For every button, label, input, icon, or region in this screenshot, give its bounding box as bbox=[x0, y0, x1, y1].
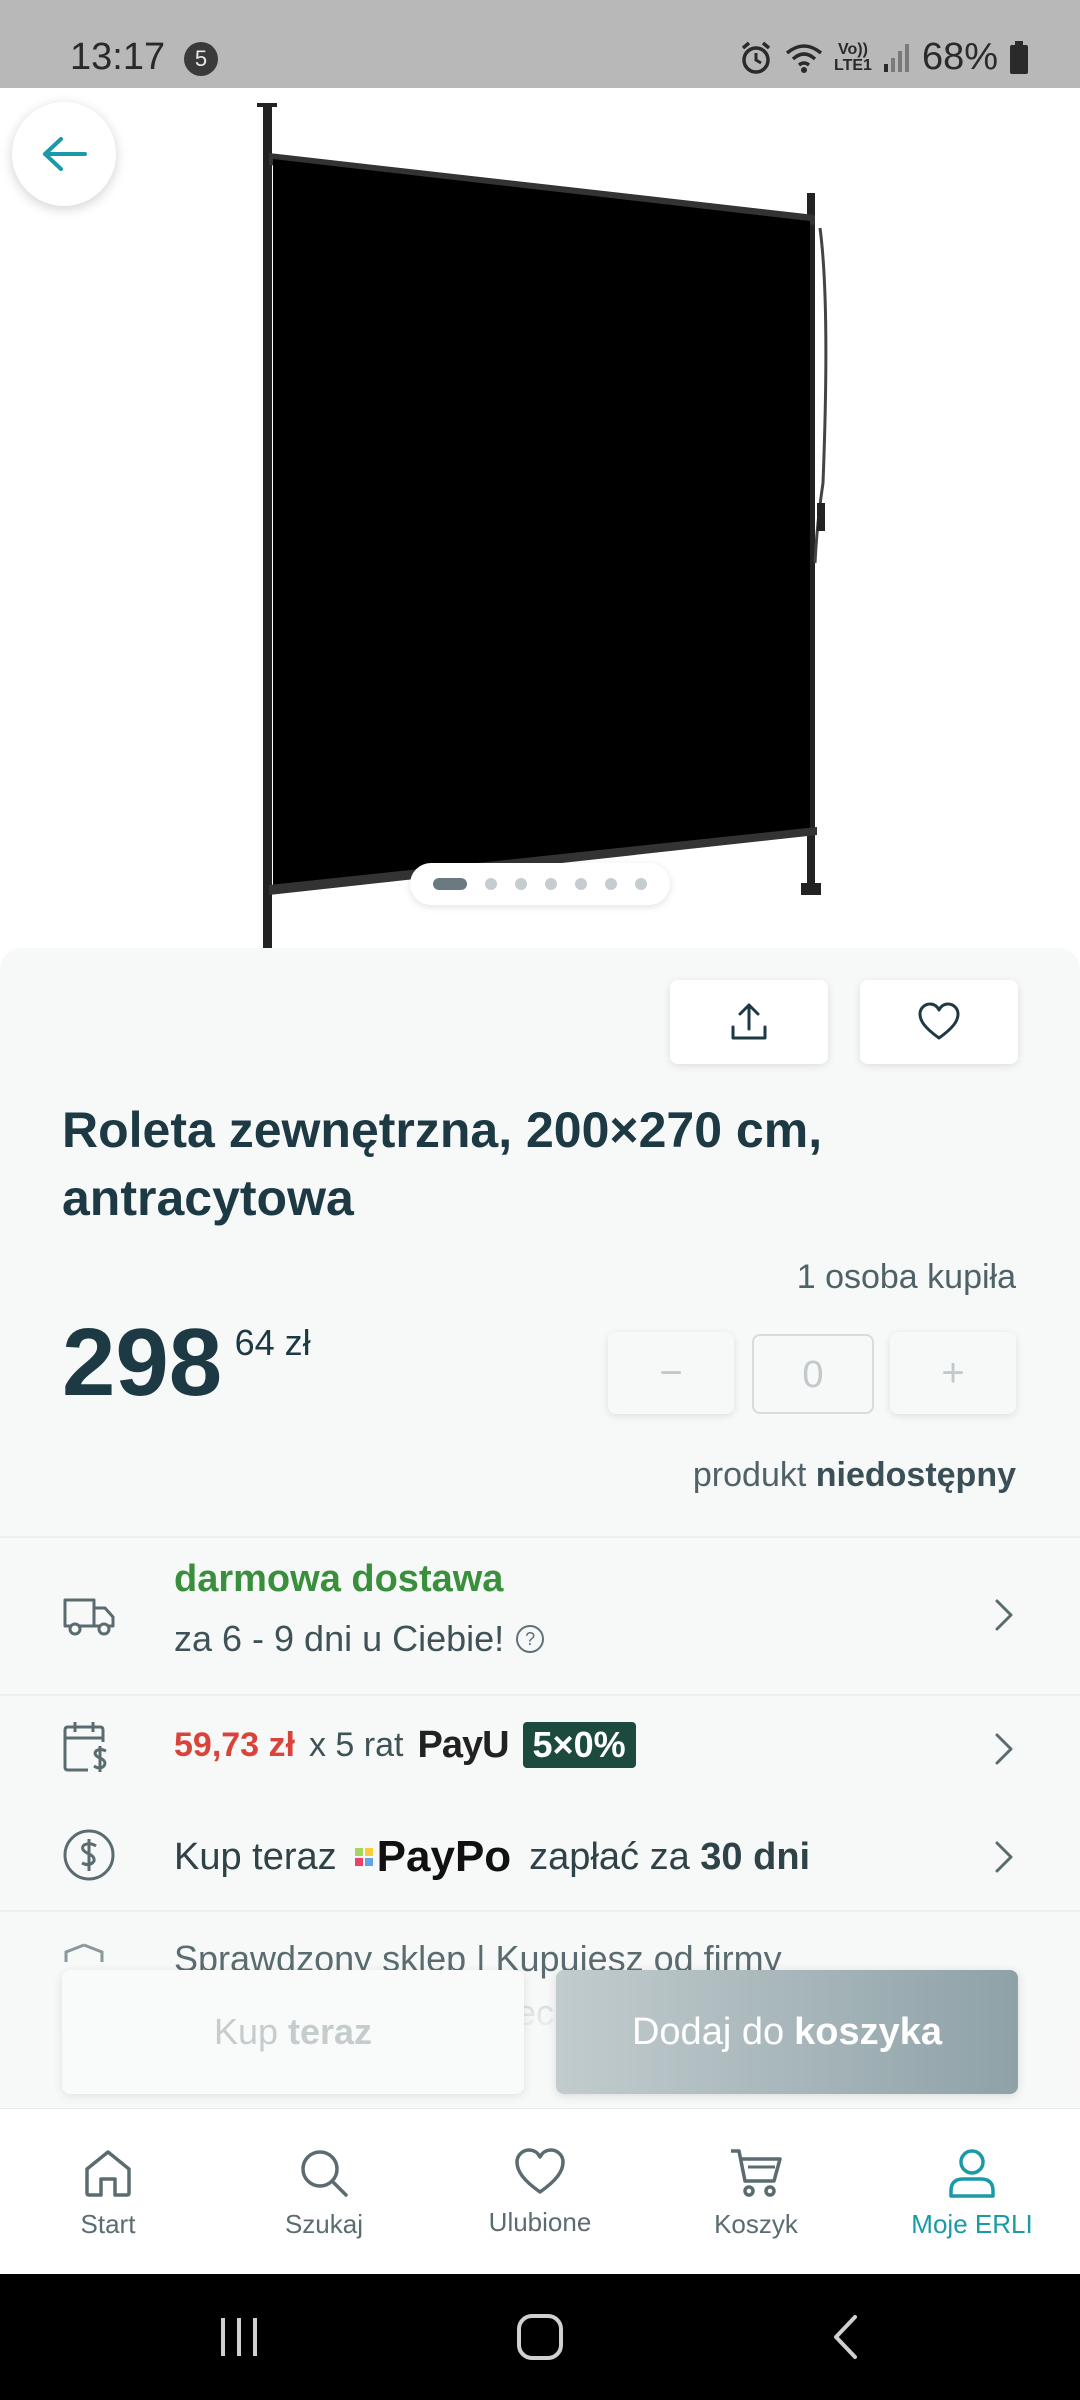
back-system-button[interactable] bbox=[785, 2274, 905, 2400]
share-button[interactable] bbox=[670, 980, 828, 1064]
status-bar: 13:17 5 Vo)) LTE1 68% bbox=[0, 0, 1080, 88]
product-details-card: Roleta zewnętrzna, 200×270 cm, antracyto… bbox=[0, 948, 1080, 2033]
alarm-icon bbox=[741, 41, 771, 74]
pagination-dot[interactable] bbox=[605, 878, 617, 890]
product-title: Roleta zewnętrzna, 200×270 cm, antracyto… bbox=[62, 1102, 823, 1226]
heart-icon bbox=[918, 1002, 960, 1040]
product-image bbox=[257, 103, 828, 948]
battery-icon bbox=[1010, 40, 1028, 74]
product-price: 298 64 zł bbox=[62, 1308, 311, 1418]
battery-percent: 68% bbox=[921, 36, 998, 78]
price-integer: 298 bbox=[62, 1309, 223, 1416]
chevron-right-icon bbox=[995, 1599, 1013, 1631]
bottom-navigation: Start Szukaj Ulubione Koszyk Moje ERLI bbox=[0, 2108, 1080, 2274]
back-chevron-icon bbox=[834, 2315, 857, 2359]
calendar-dollar-icon bbox=[63, 1722, 107, 1772]
price-decimal: 64 zł bbox=[234, 1322, 311, 1363]
favorite-button[interactable] bbox=[860, 980, 1018, 1064]
notification-count-badge: 5 bbox=[184, 42, 218, 76]
heart-icon bbox=[515, 2148, 565, 2194]
signal-icon bbox=[883, 43, 909, 72]
paypo-info: Kup teraz PayPo zapłać za 30 dni bbox=[174, 1832, 811, 1882]
delivery-truck-icon bbox=[63, 1598, 115, 1636]
status-icons: Vo)) LTE1 68% bbox=[738, 36, 1030, 79]
installment-badge: 5×0% bbox=[522, 1722, 636, 1768]
lte-indicator: Vo)) LTE1 bbox=[834, 40, 872, 74]
search-icon bbox=[301, 2150, 348, 2197]
buy-now-button[interactable]: Kup teraz bbox=[62, 1970, 524, 2094]
quantity-decrease-button[interactable]: − bbox=[608, 1332, 734, 1414]
pagination-dot[interactable] bbox=[485, 878, 497, 890]
availability-status: produkt niedostępny bbox=[692, 1456, 1016, 1494]
installment-count: x 5 rat bbox=[308, 1725, 404, 1764]
arrow-left-icon bbox=[43, 137, 87, 171]
cart-icon bbox=[731, 2149, 782, 2197]
add-to-cart-button[interactable]: Dodaj do koszyka bbox=[556, 1970, 1018, 2094]
nav-item-favorites[interactable]: Ulubione bbox=[432, 2109, 648, 2275]
paypo-logo: PayPo bbox=[354, 1832, 511, 1882]
pagination-dot[interactable] bbox=[575, 878, 587, 890]
nav-item-account[interactable]: Moje ERLI bbox=[864, 2109, 1080, 2275]
recent-apps-button[interactable] bbox=[180, 2274, 300, 2400]
nav-item-start[interactable]: Start bbox=[0, 2109, 216, 2275]
pagination-dot[interactable] bbox=[545, 878, 557, 890]
dollar-circle-icon bbox=[63, 1829, 115, 1881]
nav-item-cart[interactable]: Koszyk bbox=[648, 2109, 864, 2275]
back-button[interactable] bbox=[12, 102, 116, 206]
gallery-pagination[interactable] bbox=[410, 863, 670, 905]
wifi-icon bbox=[785, 43, 823, 73]
home-square-icon bbox=[517, 2314, 563, 2360]
recent-apps-icon bbox=[221, 2318, 257, 2356]
quantity-increase-button[interactable]: + bbox=[890, 1332, 1016, 1414]
home-system-button[interactable] bbox=[480, 2274, 600, 2400]
nav-item-search[interactable]: Szukaj bbox=[216, 2109, 432, 2275]
share-icon bbox=[731, 1003, 767, 1040]
installments-info: 59,73 zł x 5 rat PayU 5×0% bbox=[174, 1722, 636, 1768]
installments-row[interactable]: 59,73 zł x 5 rat PayU 5×0% bbox=[0, 1696, 1080, 1802]
buyers-count: 1 osoba kupiła bbox=[796, 1258, 1016, 1296]
pagination-dot[interactable] bbox=[515, 878, 527, 890]
help-icon[interactable]: ? bbox=[516, 1625, 545, 1653]
product-gallery[interactable] bbox=[0, 88, 1080, 948]
delivery-time: za 6 - 9 dni u Ciebie! ? bbox=[174, 1618, 545, 1660]
status-time: 13:17 bbox=[70, 36, 166, 78]
user-icon bbox=[949, 2149, 995, 2198]
chevron-right-icon bbox=[995, 1733, 1013, 1765]
payu-logo: PayU bbox=[417, 1723, 509, 1766]
home-icon bbox=[85, 2150, 131, 2197]
paypo-row[interactable]: Kup teraz PayPo zapłać za 30 dni bbox=[0, 1804, 1080, 1908]
pagination-dot[interactable] bbox=[635, 878, 647, 890]
delivery-row[interactable]: darmowa dostawa za 6 - 9 dni u Ciebie! ? bbox=[0, 1538, 1080, 1694]
installment-amount: 59,73 zł bbox=[174, 1725, 295, 1764]
chevron-right-icon bbox=[995, 1841, 1013, 1873]
system-navigation-bar bbox=[0, 2274, 1080, 2400]
pagination-dot[interactable] bbox=[433, 878, 467, 890]
delivery-title: darmowa dostawa bbox=[174, 1558, 504, 1600]
quantity-input[interactable]: 0 bbox=[752, 1334, 874, 1414]
